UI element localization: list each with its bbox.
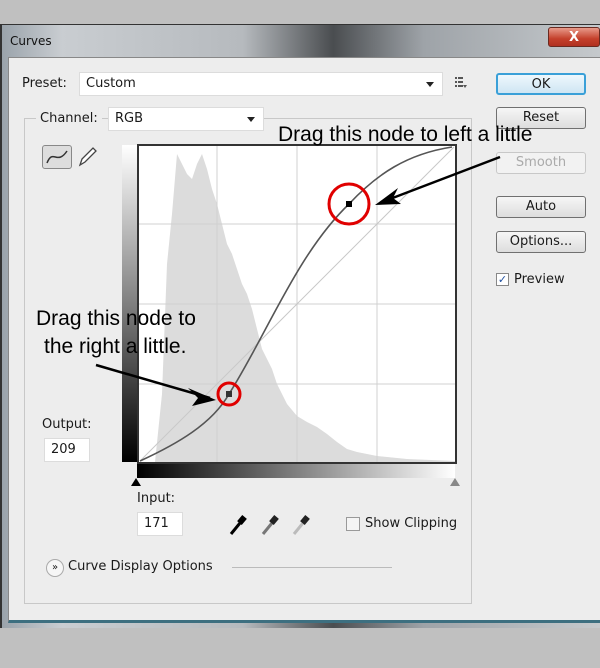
auto-button[interactable]: Auto xyxy=(496,196,586,218)
curve-display-options-label[interactable]: Curve Display Options xyxy=(68,559,213,574)
preview-label: Preview xyxy=(514,272,565,287)
preset-menu-icon[interactable] xyxy=(455,76,467,88)
options-button[interactable]: Options... xyxy=(496,231,586,253)
pencil-tool-button[interactable] xyxy=(76,145,98,171)
ok-button[interactable]: OK xyxy=(496,73,586,95)
annotation-bottom-line2: the right a little. xyxy=(44,335,187,358)
show-clipping-label: Show Clipping xyxy=(365,516,458,531)
channel-value: RGB xyxy=(115,111,144,126)
pencil-icon xyxy=(78,147,97,167)
channel-select[interactable]: RGB xyxy=(108,107,264,131)
curve-graph[interactable] xyxy=(137,144,457,464)
white-eyedropper-icon[interactable] xyxy=(292,515,310,535)
divider xyxy=(232,567,392,568)
window-title: Curves xyxy=(10,34,52,48)
curve-tool-button[interactable] xyxy=(42,145,72,169)
curve-node-upper[interactable] xyxy=(346,201,352,207)
channel-label: Channel: xyxy=(36,111,102,126)
eyedropper-group xyxy=(229,515,310,535)
black-point-slider[interactable] xyxy=(131,478,141,486)
expand-chevron-icon[interactable]: » xyxy=(46,559,64,577)
output-gradient-bar xyxy=(122,145,137,462)
input-field[interactable]: 171 xyxy=(137,512,183,536)
preset-value: Custom xyxy=(86,76,136,91)
chevron-down-icon xyxy=(247,117,255,122)
curve-node-lower[interactable] xyxy=(226,391,232,397)
input-gradient-bar xyxy=(137,463,455,478)
output-field[interactable]: 209 xyxy=(44,438,90,462)
white-point-slider[interactable] xyxy=(450,478,460,486)
input-label: Input: xyxy=(137,491,176,506)
black-eyedropper-icon[interactable] xyxy=(229,515,247,535)
curve-tool-icon xyxy=(46,150,68,164)
annotation-top: Drag this node to left a little xyxy=(278,123,533,146)
annotation-bottom-line1: Drag this node to xyxy=(36,307,196,330)
preview-checkbox[interactable]: ✓ xyxy=(496,273,509,286)
chevron-down-icon xyxy=(426,82,434,87)
show-clipping-checkbox[interactable] xyxy=(346,517,360,531)
output-label: Output: xyxy=(42,417,92,432)
close-button[interactable]: X xyxy=(548,27,600,47)
preset-label: Preset: xyxy=(22,76,67,91)
smooth-button[interactable]: Smooth xyxy=(496,152,586,174)
gray-eyedropper-icon[interactable] xyxy=(261,515,279,535)
preset-select[interactable]: Custom xyxy=(79,72,443,96)
